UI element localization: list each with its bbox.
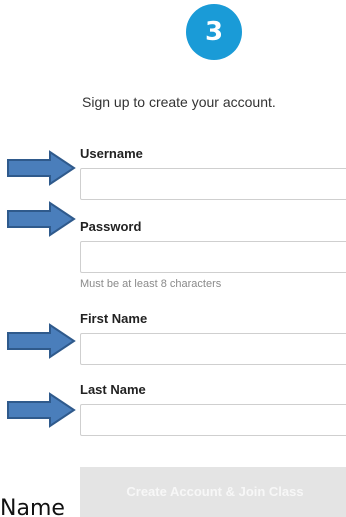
page-subtitle: Sign up to create your account.	[82, 94, 276, 110]
password-label: Password	[80, 219, 142, 234]
last-name-input[interactable]	[80, 404, 346, 436]
username-input[interactable]	[80, 168, 346, 200]
first-name-label: First Name	[80, 311, 148, 326]
right-arrow-icon	[7, 392, 76, 428]
right-arrow-icon	[7, 201, 76, 237]
annotation-text: Name	[0, 496, 65, 517]
signup-page: 3 Sign up to create your account. Userna…	[0, 0, 346, 517]
password-input[interactable]	[80, 241, 346, 273]
password-hint: Must be at least 8 characters	[80, 278, 222, 290]
first-name-input[interactable]	[80, 333, 346, 365]
right-arrow-icon	[7, 150, 76, 186]
right-arrow-icon	[7, 323, 76, 359]
username-label: Username	[80, 146, 143, 161]
last-name-label: Last Name	[80, 382, 146, 397]
step-badge: 3	[186, 4, 242, 60]
create-account-button[interactable]: Create Account & Join Class	[80, 467, 346, 517]
